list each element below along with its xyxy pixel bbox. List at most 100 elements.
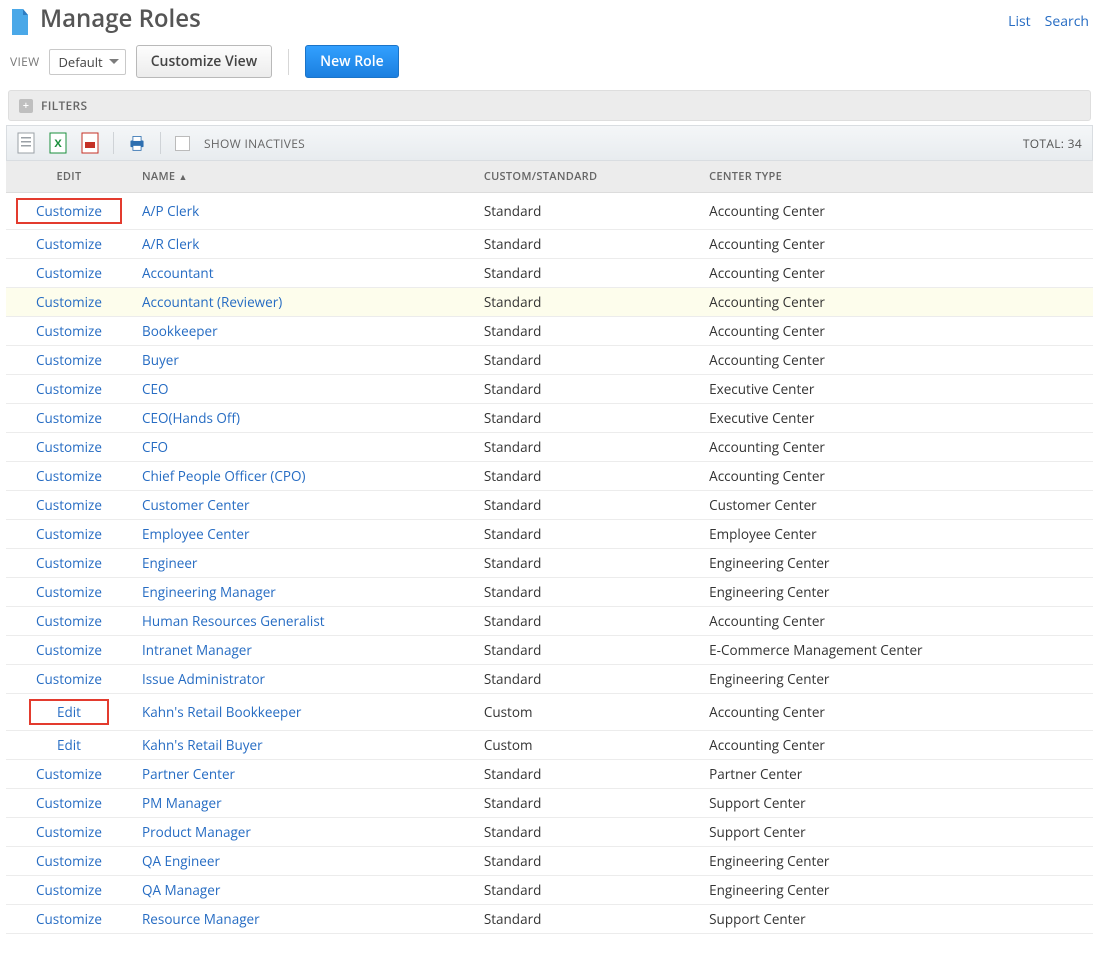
role-name-link[interactable]: Accountant (Reviewer) — [142, 293, 282, 311]
export-pdf-icon[interactable] — [81, 132, 99, 154]
role-type: Standard — [474, 789, 699, 818]
customize-role-link[interactable]: Customize — [36, 910, 102, 928]
filters-bar[interactable]: + FILTERS — [8, 90, 1091, 121]
list-link[interactable]: List — [1008, 12, 1031, 31]
customize-role-link[interactable]: Customize — [36, 525, 102, 543]
role-center: Engineering Center — [699, 549, 1093, 578]
customize-role-link[interactable]: Customize — [36, 794, 102, 812]
role-type: Standard — [474, 760, 699, 789]
column-center[interactable]: CENTER TYPE — [699, 161, 1093, 193]
customize-role-link[interactable]: Customize — [36, 351, 102, 369]
role-name-link[interactable]: PM Manager — [142, 794, 222, 812]
role-center: Accounting Center — [699, 193, 1093, 230]
table-row: CustomizeQA EngineerStandardEngineering … — [6, 847, 1093, 876]
role-center: Accounting Center — [699, 433, 1093, 462]
role-name-link[interactable]: Product Manager — [142, 823, 251, 841]
table-row: EditKahn's Retail BuyerCustomAccounting … — [6, 731, 1093, 760]
customize-view-button[interactable]: Customize View — [136, 45, 272, 78]
customize-role-link[interactable]: Customize — [36, 496, 102, 514]
customize-role-link[interactable]: Customize — [36, 612, 102, 630]
table-row: CustomizeAccountantStandardAccounting Ce… — [6, 259, 1093, 288]
table-row: CustomizePartner CenterStandardPartner C… — [6, 760, 1093, 789]
customize-role-link[interactable]: Customize — [36, 554, 102, 572]
role-center: Partner Center — [699, 760, 1093, 789]
role-name-link[interactable]: Buyer — [142, 351, 179, 369]
role-name-link[interactable]: Engineering Manager — [142, 583, 276, 601]
role-type: Standard — [474, 375, 699, 404]
customize-role-link[interactable]: Customize — [36, 293, 102, 311]
table-row: Customize Engineer StandardEngineering Cen… — [6, 549, 1093, 578]
customize-role-link[interactable]: Customize — [36, 583, 102, 601]
role-name-link[interactable]: Bookkeeper — [142, 322, 218, 340]
role-type: Standard — [474, 288, 699, 317]
new-role-button[interactable]: New Role — [305, 45, 399, 78]
print-icon[interactable] — [128, 132, 146, 154]
role-type: Standard — [474, 317, 699, 346]
role-center: Engineering Center — [699, 578, 1093, 607]
highlight-box: Edit — [29, 699, 109, 725]
role-name-link[interactable]: A/P Clerk — [142, 202, 199, 220]
column-name[interactable]: NAME ▲ — [132, 161, 474, 193]
edit-role-link[interactable]: Edit — [57, 736, 81, 754]
role-name-link[interactable]: Engineer — [142, 554, 197, 572]
table-row: CustomizeQA ManagerStandardEngineering C… — [6, 876, 1093, 905]
edit-role-link[interactable]: Edit — [57, 703, 81, 721]
filters-label: FILTERS — [41, 97, 87, 114]
role-name-link[interactable]: QA Manager — [142, 881, 220, 899]
customize-role-link[interactable]: Customize — [36, 670, 102, 688]
show-inactives-checkbox[interactable] — [175, 136, 190, 151]
highlight-box: Customize — [16, 198, 122, 224]
role-type: Custom — [474, 731, 699, 760]
role-name-link[interactable]: QA Engineer — [142, 852, 220, 870]
customize-role-link[interactable]: Customize — [36, 380, 102, 398]
role-name-link[interactable]: CEO — [142, 380, 169, 398]
customize-role-link[interactable]: Customize — [36, 823, 102, 841]
role-type: Standard — [474, 259, 699, 288]
role-name-link[interactable]: Resource Manager — [142, 910, 260, 928]
table-row: CustomizeBookkeeperStandardAccounting Ce… — [6, 317, 1093, 346]
role-name-link[interactable]: Accountant — [142, 264, 214, 282]
column-type[interactable]: CUSTOM/STANDARD — [474, 161, 699, 193]
role-name-link[interactable]: Customer Center — [142, 496, 250, 514]
role-type: Standard — [474, 665, 699, 694]
customize-role-link[interactable]: Customize — [36, 881, 102, 899]
role-name-link[interactable]: Human Resources Generalist — [142, 612, 325, 630]
table-row: CustomizePM ManagerStandardSupport Cente… — [6, 789, 1093, 818]
export-excel-icon[interactable]: X — [49, 132, 67, 154]
role-type: Standard — [474, 462, 699, 491]
role-type: Standard — [474, 549, 699, 578]
role-center: Engineering Center — [699, 876, 1093, 905]
role-type: Standard — [474, 193, 699, 230]
customize-role-link[interactable]: Customize — [36, 202, 102, 220]
view-select[interactable]: Default — [49, 49, 125, 75]
column-edit[interactable]: EDIT — [6, 161, 132, 193]
export-csv-icon[interactable] — [17, 132, 35, 154]
role-center: Support Center — [699, 905, 1093, 934]
customize-role-link[interactable]: Customize — [36, 409, 102, 427]
table-row: CustomizeEmployee CenterStandardEmployee… — [6, 520, 1093, 549]
role-name-link[interactable]: Partner Center — [142, 765, 235, 783]
role-name-link[interactable]: CEO(Hands Off) — [142, 409, 240, 427]
customize-role-link[interactable]: Customize — [36, 438, 102, 456]
role-name-link[interactable]: Employee Center — [142, 525, 250, 543]
role-name-link[interactable]: Kahn's Retail Bookkeeper — [142, 703, 301, 721]
role-name-link[interactable]: A/R Clerk — [142, 235, 199, 253]
search-link[interactable]: Search — [1045, 12, 1089, 31]
chevron-down-icon — [109, 59, 119, 64]
page-file-icon — [10, 9, 30, 35]
role-name-link[interactable]: Kahn's Retail Buyer — [142, 736, 263, 754]
table-row: CustomizeCEOStandardExecutive Center — [6, 375, 1093, 404]
customize-role-link[interactable]: Customize — [36, 852, 102, 870]
role-type: Standard — [474, 404, 699, 433]
customize-role-link[interactable]: Customize — [36, 765, 102, 783]
customize-role-link[interactable]: Customize — [36, 235, 102, 253]
customize-role-link[interactable]: Customize — [36, 322, 102, 340]
role-name-link[interactable]: Issue Administrator — [142, 670, 265, 688]
role-name-link[interactable]: CFO — [142, 438, 168, 456]
customize-role-link[interactable]: Customize — [36, 641, 102, 659]
view-select-value: Default — [58, 53, 102, 71]
role-name-link[interactable]: Chief People Officer (CPO) — [142, 467, 306, 485]
role-name-link[interactable]: Intranet Manager — [142, 641, 252, 659]
customize-role-link[interactable]: Customize — [36, 467, 102, 485]
customize-role-link[interactable]: Customize — [36, 264, 102, 282]
